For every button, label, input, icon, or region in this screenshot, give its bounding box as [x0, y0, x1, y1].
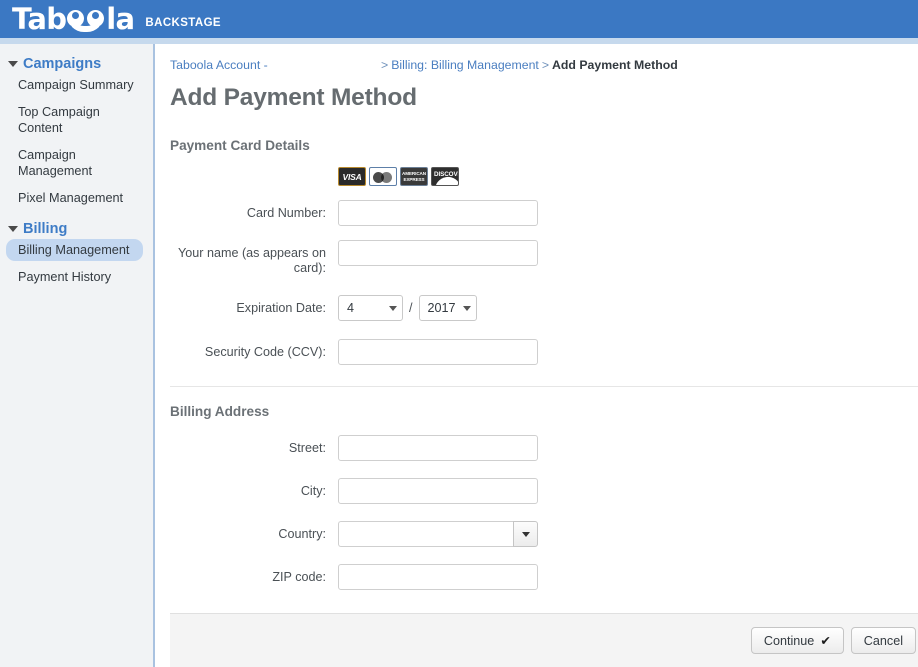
country-label: Country:: [278, 527, 326, 541]
visa-card-icon: VISA: [338, 167, 366, 186]
breadcrumb: Taboola Account - > Billing: Billing Mana…: [170, 58, 918, 80]
sidebar-item-pixel-management[interactable]: Pixel Management: [6, 187, 143, 209]
breadcrumb-link-billing-management[interactable]: Billing: Billing Management: [391, 58, 539, 72]
field-row-country: Country:: [170, 521, 918, 547]
amex-card-icon: AMERICAN EXPRESS: [400, 167, 428, 186]
country-dropdown-button[interactable]: [513, 521, 538, 547]
breadcrumb-separator: >: [381, 58, 389, 72]
sidebar-item-top-campaign-content[interactable]: Top Campaign Content: [6, 101, 143, 139]
expiration-separator: /: [409, 301, 413, 315]
security-code-label: Security Code (CCV):: [204, 345, 326, 359]
sidebar-item-campaign-summary[interactable]: Campaign Summary: [6, 74, 143, 96]
form-action-bar: Continue ✔ Cancel: [170, 613, 918, 667]
expiration-month-select[interactable]: 4: [338, 295, 403, 321]
security-code-input[interactable]: [338, 339, 538, 365]
expiration-year-select[interactable]: 2017: [418, 295, 477, 321]
country-combobox[interactable]: [338, 521, 538, 547]
breadcrumb-account[interactable]: Taboola Account -: [170, 58, 268, 72]
chevron-down-icon: [389, 305, 397, 311]
chevron-down-icon: [462, 305, 471, 311]
section-title-payment-card-details: Payment Card Details: [170, 138, 310, 153]
expiration-month-value: 4: [347, 301, 355, 315]
taboola-logo[interactable]: Tab la BACKSTAGE: [12, 3, 221, 35]
street-label: Street:: [288, 441, 326, 455]
chevron-down-icon: [8, 61, 18, 67]
breadcrumb-separator: >: [541, 58, 550, 72]
breadcrumb-current-page: Add Payment Method: [552, 58, 678, 72]
city-input[interactable]: [338, 478, 538, 504]
sidebar-group-campaigns[interactable]: Campaigns: [0, 54, 153, 74]
continue-button[interactable]: Continue ✔: [750, 627, 844, 654]
discover-card-icon: DISCOVER: [431, 167, 459, 186]
sidebar-item-campaign-management[interactable]: Campaign Management: [6, 144, 143, 182]
sidebar-group-billing-label: Billing: [23, 221, 68, 237]
expiration-year-value: 2017: [427, 301, 456, 315]
cancel-button-label: Cancel: [863, 633, 903, 648]
sidebar-nav: Campaigns Campaign Summary Top Campaign …: [0, 44, 155, 667]
city-label: City:: [300, 484, 326, 498]
field-row-cardholder-name: Your name (as appears on card):: [170, 240, 918, 276]
cardholder-name-label: Your name (as appears on card):: [178, 246, 326, 275]
country-input[interactable]: [338, 521, 513, 547]
field-row-card-number: Card Number:: [170, 200, 918, 226]
expiration-date-label: Expiration Date:: [236, 301, 326, 315]
field-row-zip-code: ZIP code:: [170, 564, 918, 590]
card-number-label: Card Number:: [246, 206, 326, 220]
accepted-card-logos: VISA AMERICAN EXPRESS DISCOVER: [338, 167, 918, 186]
taboola-eyes-icon: [66, 6, 106, 33]
chevron-down-icon: [8, 226, 18, 232]
zip-code-label: ZIP code:: [272, 570, 326, 584]
logo-subtitle: BACKSTAGE: [145, 17, 221, 29]
street-input[interactable]: [338, 435, 538, 461]
sidebar-group-campaigns-label: Campaigns: [23, 56, 102, 72]
section-divider: [170, 386, 918, 387]
zip-code-input[interactable]: [338, 564, 538, 590]
sidebar-item-billing-management[interactable]: Billing Management: [6, 239, 143, 261]
field-row-security-code: Security Code (CCV):: [170, 339, 918, 365]
cancel-button[interactable]: Cancel: [850, 627, 916, 654]
sidebar-item-payment-history[interactable]: Payment History: [6, 266, 143, 288]
chevron-down-icon: [521, 531, 530, 537]
field-row-city: City:: [170, 478, 918, 504]
field-row-street: Street:: [170, 435, 918, 461]
mastercard-card-icon: [369, 167, 397, 186]
logo-text-part-2: la: [106, 1, 135, 36]
main-content: Taboola Account - > Billing: Billing Mana…: [157, 44, 918, 667]
cardholder-name-input[interactable]: [338, 240, 538, 266]
card-number-input[interactable]: [338, 200, 538, 226]
logo-text-part-1: Tab: [12, 1, 67, 36]
app-header: Tab la BACKSTAGE: [0, 0, 918, 38]
continue-button-label: Continue: [763, 633, 815, 648]
section-title-billing-address: Billing Address: [170, 404, 270, 419]
sidebar-group-billing[interactable]: Billing: [0, 219, 153, 239]
check-mark-icon: ✔: [820, 634, 831, 648]
field-row-expiration-date: Expiration Date: 4 / 2017: [170, 295, 918, 321]
page-title: Add Payment Method: [170, 84, 417, 111]
